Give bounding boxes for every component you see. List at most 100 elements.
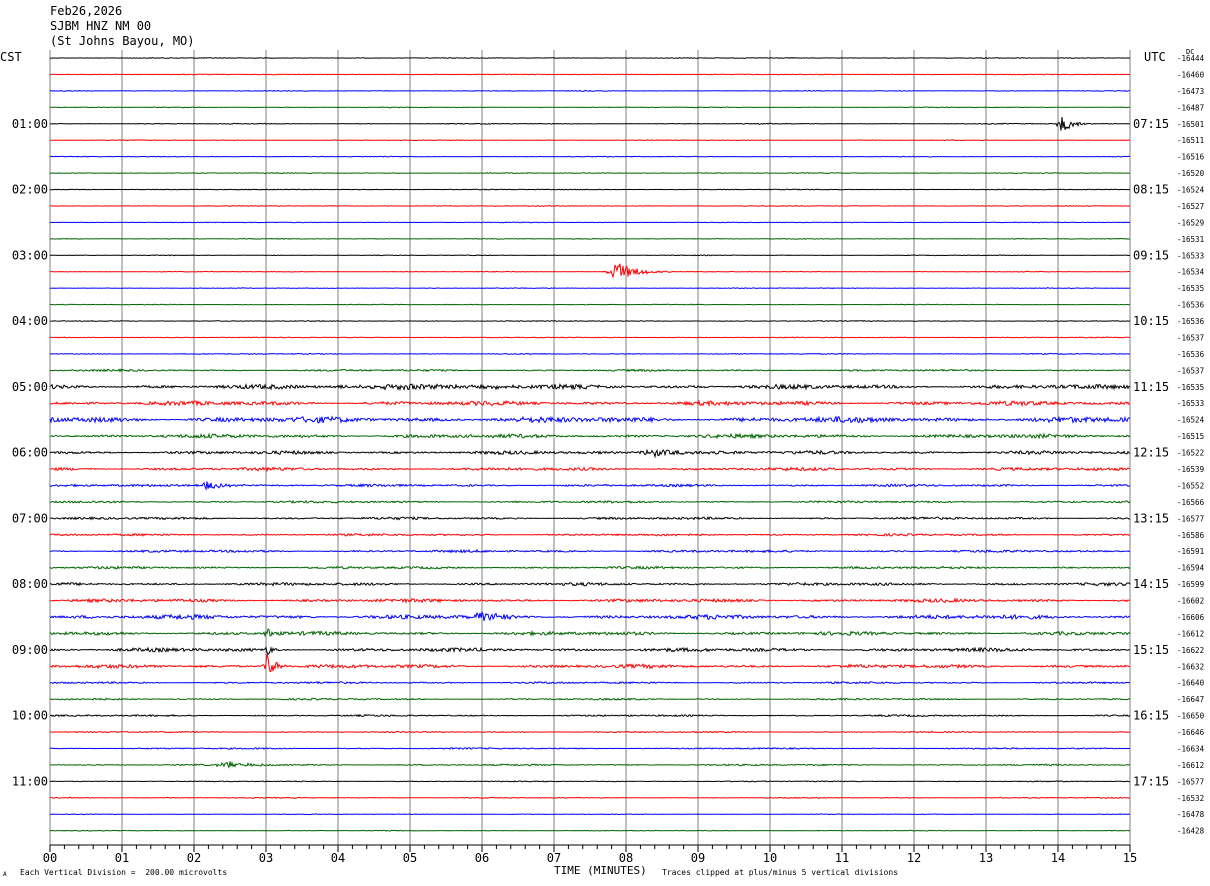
trace-row-16 — [49, 320, 1131, 323]
dc-offset-label: -16552 — [1177, 481, 1204, 490]
trace-row-23 — [49, 432, 1131, 440]
dc-offset-label: -16428 — [1177, 827, 1205, 836]
trace-row-22 — [49, 415, 1131, 424]
trace-row-47 — [49, 829, 1131, 832]
trace-row-5 — [49, 139, 1131, 142]
clip-note: Traces clipped at plus/minus 5 vertical … — [662, 868, 899, 877]
right-time-label: 09:15 — [1133, 248, 1169, 262]
x-tick-label: 10 — [763, 851, 777, 865]
x-tick-label: 03 — [259, 851, 273, 865]
right-time-label: 10:15 — [1133, 314, 1169, 328]
right-time-label: 11:15 — [1133, 380, 1169, 394]
trace-row-18 — [49, 352, 1131, 356]
trace-row-0 — [49, 57, 1131, 59]
trace-row-7 — [49, 172, 1131, 175]
dc-offset-label: -16612 — [1177, 761, 1204, 770]
dc-offset-label: -16478 — [1177, 810, 1205, 819]
x-tick-label: 06 — [475, 851, 489, 865]
dc-offset-label: -16537 — [1177, 333, 1204, 342]
dc-offset-label: -16650 — [1177, 712, 1205, 721]
scale-note: Each Vertical Division = 200.00 microvol… — [20, 868, 228, 877]
left-time-label: 01:00 — [12, 117, 48, 131]
x-tick-label: 09 — [691, 851, 705, 865]
trace-row-8 — [49, 188, 1131, 191]
dc-offset-label: -16516 — [1177, 153, 1205, 162]
dc-offset-label: -16622 — [1177, 646, 1204, 655]
dc-offset-label: -16536 — [1177, 301, 1205, 310]
dc-offset-label: -16460 — [1177, 70, 1205, 79]
left-time-label: 10:00 — [12, 709, 48, 723]
dc-offset-label: -16520 — [1177, 169, 1205, 178]
dc-offset-label: -16566 — [1177, 498, 1205, 507]
dc-offset-label: -16577 — [1177, 514, 1204, 523]
right-time-label: 13:15 — [1133, 511, 1169, 525]
dc-offset-label: -16634 — [1177, 744, 1205, 753]
right-time-label: 07:15 — [1133, 117, 1169, 131]
dc-offset-label: -16537 — [1177, 366, 1204, 375]
left-time-label: 02:00 — [12, 183, 48, 197]
x-tick-label: 04 — [331, 851, 345, 865]
dc-offset-label: -16515 — [1177, 432, 1204, 441]
left-time-label: 06:00 — [12, 446, 48, 460]
trace-row-27 — [49, 499, 1131, 504]
trace-row-43 — [49, 760, 1131, 769]
trace-row-46 — [49, 813, 1131, 816]
trace-row-19 — [49, 368, 1131, 373]
dc-offset-label: -16534 — [1177, 268, 1205, 277]
dc-offset-label: -16539 — [1177, 465, 1204, 474]
dc-offset-label: -16606 — [1177, 613, 1205, 622]
trace-row-41 — [49, 730, 1131, 734]
helicorder-plot: 00 01 02 03 04 05 06 07 08 09 10 11 12 13 14 15 -16444 -1… — [12, 50, 1205, 865]
dc-offset-label: -16531 — [1177, 235, 1204, 244]
trace-row-34 — [49, 610, 1131, 622]
trace-row-9 — [49, 205, 1131, 207]
dc-offset-label: -16524 — [1177, 186, 1205, 195]
dc-offset-label: -16522 — [1177, 449, 1204, 458]
trace-row-17 — [49, 336, 1131, 339]
trace-row-4 — [49, 116, 1131, 131]
dc-offset-label: -16591 — [1177, 547, 1204, 556]
trace-row-45 — [49, 796, 1131, 799]
trace-row-15 — [49, 303, 1131, 306]
trace-row-6 — [49, 155, 1131, 158]
dc-offset-label: -16511 — [1177, 136, 1204, 145]
dc-offset-label: -16612 — [1177, 629, 1204, 638]
trace-row-35 — [49, 628, 1131, 638]
dc-offset-label: -16599 — [1177, 580, 1204, 589]
dc-offset-label: -16536 — [1177, 350, 1205, 359]
x-tick-label: 07 — [547, 851, 561, 865]
x-tick-label: 00 — [43, 851, 57, 865]
trace-row-32 — [49, 581, 1131, 587]
trace-row-42 — [49, 746, 1131, 750]
left-time-label: 09:00 — [12, 643, 48, 657]
trace-row-1 — [49, 73, 1130, 76]
dc-offset-label: -16527 — [1177, 202, 1204, 211]
trace-row-14 — [49, 287, 1131, 290]
dc-offset-label: -16602 — [1177, 597, 1204, 606]
dc-offset-label: -16586 — [1177, 531, 1205, 540]
dc-offset-label: -16535 — [1177, 383, 1204, 392]
trace-row-37 — [50, 654, 1131, 672]
left-time-label: 07:00 — [12, 511, 48, 525]
x-tick-label: 05 — [403, 851, 417, 865]
dc-offset-label: -16501 — [1177, 120, 1204, 129]
trace-row-12 — [49, 254, 1131, 257]
dc-offset-label: -16524 — [1177, 416, 1205, 425]
corner-mark: A — [3, 871, 7, 878]
dc-offset-label: -16647 — [1177, 695, 1204, 704]
dc-offset-label: -16532 — [1177, 794, 1204, 803]
dc-offset-label: -16646 — [1177, 728, 1205, 737]
trace-row-2 — [49, 89, 1131, 92]
dc-offset-label: -16473 — [1177, 87, 1204, 96]
trace-row-36 — [49, 646, 1131, 656]
trace-row-30 — [50, 548, 1131, 554]
trace-row-38 — [49, 681, 1131, 685]
x-axis-title: TIME (MINUTES) — [554, 864, 647, 877]
trace-row-20 — [49, 382, 1131, 392]
x-tick-label: 01 — [115, 851, 129, 865]
trace-row-29 — [49, 532, 1130, 537]
right-time-label: 16:15 — [1133, 709, 1169, 723]
trace-row-11 — [49, 237, 1130, 240]
dc-offset-label: -16444 — [1177, 54, 1205, 63]
dc-offset-label: -16533 — [1177, 251, 1204, 260]
